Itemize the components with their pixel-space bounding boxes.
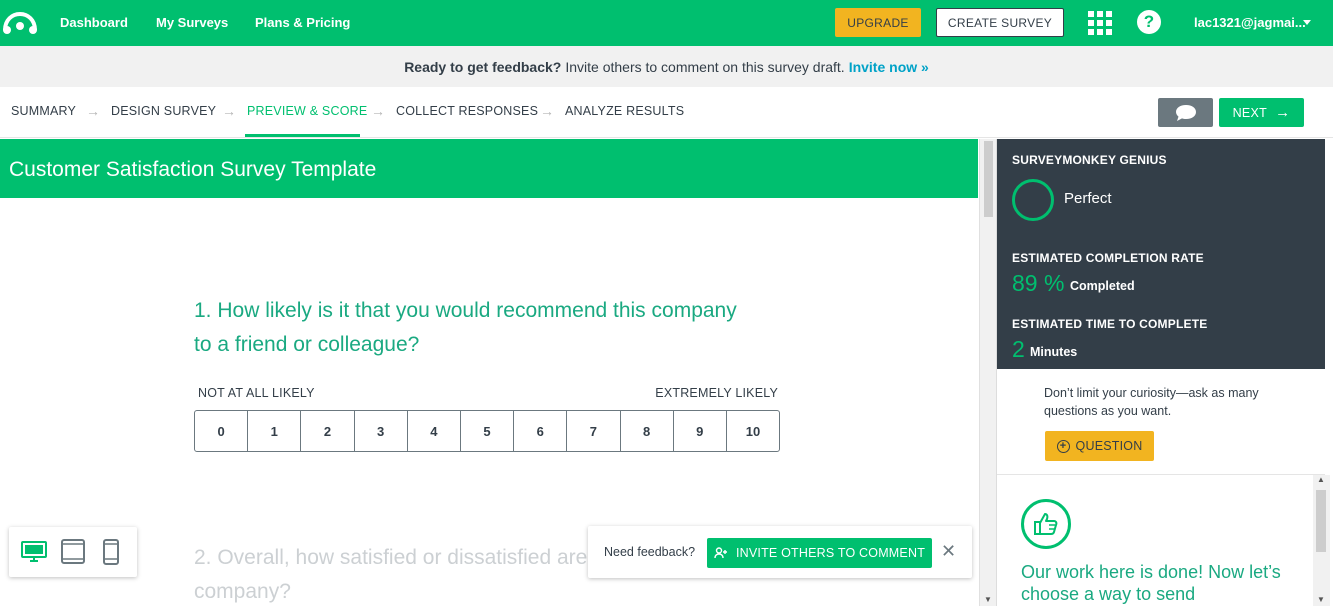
create-survey-button[interactable]: CREATE SURVEY bbox=[936, 8, 1064, 37]
completion-rate-unit: Completed bbox=[1070, 279, 1135, 293]
nps-option-4[interactable]: 4 bbox=[408, 411, 461, 451]
nps-option-5[interactable]: 5 bbox=[461, 411, 515, 451]
nps-option-9[interactable]: 9 bbox=[674, 411, 727, 451]
arrow-right-icon: → bbox=[222, 103, 236, 119]
scroll-down-icon[interactable]: ▼ bbox=[1317, 595, 1325, 604]
close-icon[interactable]: ✕ bbox=[941, 541, 956, 562]
workflow-steps: SUMMARY → DESIGN SURVEY → PREVIEW & SCOR… bbox=[0, 87, 1333, 138]
nps-option-8[interactable]: 8 bbox=[621, 411, 674, 451]
next-steps-text: Our work here is done! Now let’s choose … bbox=[1021, 562, 1281, 604]
add-question-button[interactable]: + QUESTION bbox=[1045, 431, 1154, 461]
feedback-popup-text: Need feedback? bbox=[604, 545, 696, 559]
completion-rate-heading: ESTIMATED COMPLETION RATE bbox=[1012, 251, 1204, 265]
comments-button[interactable] bbox=[1158, 98, 1213, 127]
step-preview-score[interactable]: PREVIEW & SCORE bbox=[247, 104, 367, 118]
completion-rate-value: 89 % bbox=[1012, 270, 1065, 296]
invite-others-button[interactable]: INVITE OTHERS TO COMMENT bbox=[707, 538, 932, 568]
invite-now-link[interactable]: Invite now » bbox=[849, 59, 929, 75]
step-summary[interactable]: SUMMARY bbox=[11, 104, 76, 118]
next-steps-card: Our work here is done! Now let’s choose … bbox=[997, 475, 1313, 606]
time-to-complete-unit: Minutes bbox=[1030, 345, 1078, 359]
nav-my-surveys[interactable]: My Surveys bbox=[156, 15, 228, 30]
thumbs-up-icon bbox=[1021, 499, 1071, 549]
banner-heading: Ready to get feedback? bbox=[404, 58, 562, 75]
upgrade-button[interactable]: UPGRADE bbox=[835, 8, 921, 37]
genius-score-ring-icon bbox=[1012, 179, 1054, 221]
active-step-indicator bbox=[245, 134, 360, 137]
desktop-icon[interactable] bbox=[21, 539, 47, 565]
nps-scale-labels: NOT AT ALL LIKELY EXTREMELY LIKELY bbox=[198, 386, 778, 400]
top-navigation-bar: Dashboard My Surveys Plans & Pricing UPG… bbox=[0, 0, 1333, 46]
comment-bubble-icon bbox=[1175, 104, 1196, 121]
genius-title: SURVEYMONKEY GENIUS bbox=[1012, 153, 1167, 167]
scroll-down-icon[interactable]: ▼ bbox=[984, 595, 992, 604]
curiosity-text: Don’t limit your curiosity—ask as many q… bbox=[1044, 386, 1259, 418]
genius-rating: Perfect bbox=[1064, 190, 1112, 207]
nav-plans-pricing[interactable]: Plans & Pricing bbox=[255, 15, 350, 30]
step-collect-responses[interactable]: COLLECT RESPONSES bbox=[396, 104, 538, 118]
plus-circle-icon: + bbox=[1056, 439, 1070, 453]
add-question-card: Don’t limit your curiosity—ask as many q… bbox=[997, 369, 1325, 475]
nps-option-2[interactable]: 2 bbox=[301, 411, 355, 451]
nps-option-7[interactable]: 7 bbox=[567, 411, 621, 451]
nps-option-0[interactable]: 0 bbox=[195, 411, 249, 451]
help-icon[interactable]: ? bbox=[1137, 10, 1161, 34]
time-to-complete-heading: ESTIMATED TIME TO COMPLETE bbox=[1012, 317, 1208, 331]
scrollbar-thumb[interactable] bbox=[1316, 490, 1326, 552]
nav-dashboard[interactable]: Dashboard bbox=[60, 15, 128, 30]
apps-grid-icon[interactable] bbox=[1088, 11, 1112, 35]
step-analyze-results[interactable]: ANALYZE RESULTS bbox=[565, 104, 684, 118]
step-design-survey[interactable]: DESIGN SURVEY bbox=[111, 104, 216, 118]
user-account-menu[interactable]: lac1321@jagmai... bbox=[1194, 15, 1306, 30]
arrow-right-icon: → bbox=[1275, 104, 1291, 121]
preview-scrollbar[interactable]: ▼ bbox=[979, 139, 996, 606]
tablet-icon[interactable] bbox=[61, 539, 85, 565]
chevron-down-icon[interactable] bbox=[1303, 20, 1311, 25]
feedback-popup: Need feedback? INVITE OTHERS TO COMMENT … bbox=[588, 526, 972, 578]
add-question-label: QUESTION bbox=[1075, 439, 1143, 453]
invite-others-label: INVITE OTHERS TO COMMENT bbox=[735, 546, 926, 560]
arrow-right-icon: → bbox=[371, 103, 385, 119]
question-1-text: 1. How likely is it that you would recom… bbox=[194, 299, 737, 356]
nps-option-6[interactable]: 6 bbox=[514, 411, 568, 451]
time-to-complete-value: 2 bbox=[1012, 336, 1025, 362]
device-preview-toggle bbox=[9, 527, 137, 577]
surveymonkey-logo-icon[interactable] bbox=[2, 8, 38, 36]
nps-option-1[interactable]: 1 bbox=[248, 411, 302, 451]
sidebar-scrollbar[interactable]: ▲ ▼ bbox=[1313, 475, 1330, 606]
scale-high-label: EXTREMELY LIKELY bbox=[655, 386, 778, 400]
nps-option-3[interactable]: 3 bbox=[355, 411, 408, 451]
survey-title: Customer Satisfaction Survey Template bbox=[0, 139, 978, 198]
scroll-up-icon[interactable]: ▲ bbox=[1317, 475, 1325, 484]
feedback-banner: Ready to get feedback? Invite others to … bbox=[0, 46, 1333, 87]
scale-low-label: NOT AT ALL LIKELY bbox=[198, 386, 315, 400]
add-user-icon bbox=[714, 547, 727, 559]
nps-option-10[interactable]: 10 bbox=[727, 411, 779, 451]
arrow-right-icon: → bbox=[540, 103, 554, 119]
genius-panel: SURVEYMONKEY GENIUS Perfect ESTIMATED CO… bbox=[997, 139, 1325, 369]
mobile-icon[interactable] bbox=[102, 539, 120, 565]
arrow-right-icon: → bbox=[86, 103, 100, 119]
next-button-label: NEXT bbox=[1232, 105, 1268, 120]
scrollbar-thumb[interactable] bbox=[984, 141, 993, 217]
nps-scale: 0 1 2 3 4 5 6 7 8 9 10 bbox=[194, 410, 780, 452]
banner-text: Invite others to comment on this survey … bbox=[565, 58, 845, 75]
next-button[interactable]: NEXT → bbox=[1219, 98, 1304, 127]
